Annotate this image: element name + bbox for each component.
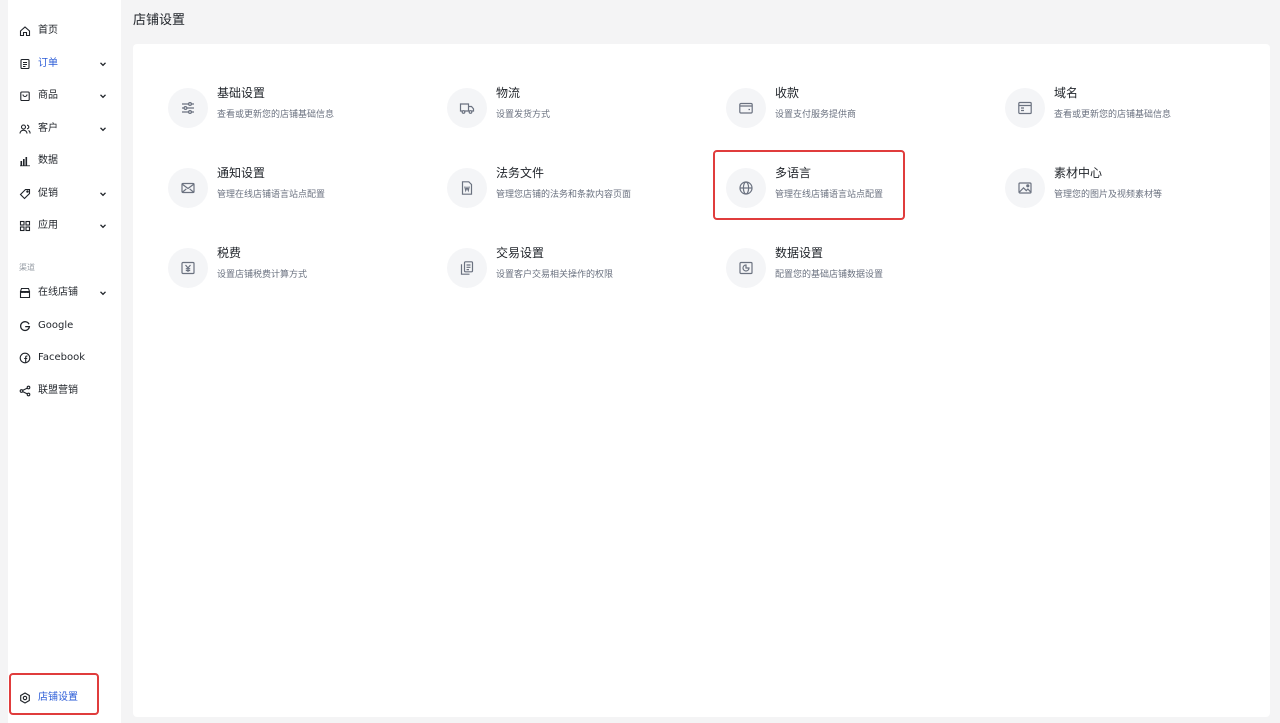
document-icon — [447, 168, 487, 208]
settings-card-title: 多语言 — [775, 166, 812, 180]
facebook-icon — [19, 352, 31, 364]
google-icon — [19, 320, 31, 332]
sidebar-item-store-settings[interactable]: 店铺设置 — [8, 684, 121, 712]
gear-icon — [19, 692, 31, 704]
sidebar-item-customers[interactable]: 客户 — [8, 115, 121, 143]
yen-icon — [168, 248, 208, 288]
settings-card-desc: 管理在线店铺语言站点配置 — [775, 190, 884, 200]
settings-card-title: 税费 — [217, 246, 242, 260]
chevron-down-icon[interactable] — [99, 92, 107, 100]
globe-icon — [726, 168, 766, 208]
settings-card-desc: 设置客户交易相关操作的权限 — [496, 270, 614, 280]
sidebar-item-label: Facebook — [38, 352, 85, 363]
settings-card-payment[interactable]: 收款 设置支付服务提供商 — [726, 84, 976, 132]
apps-icon — [19, 220, 31, 232]
settings-card-title: 域名 — [1054, 86, 1079, 100]
sidebar-item-label: 订单 — [38, 58, 58, 69]
chevron-down-icon[interactable] — [99, 222, 107, 230]
settings-card-desc: 设置店铺税费计算方式 — [217, 270, 308, 280]
sidebar-item-apps[interactable]: 应用 — [8, 212, 121, 240]
chevron-down-icon[interactable] — [99, 190, 107, 198]
mail-icon — [168, 168, 208, 208]
sidebar-item-label: 客户 — [38, 123, 58, 134]
sidebar-item-label: 促销 — [38, 188, 58, 199]
chevron-down-icon[interactable] — [99, 125, 107, 133]
sidebar-item-affiliate[interactable]: 联盟营销 — [8, 377, 121, 405]
settings-card-desc: 管理在线店铺语言站点配置 — [217, 190, 326, 200]
settings-card-tax[interactable]: 税费 设置店铺税费计算方式 — [168, 244, 418, 292]
browser-icon — [1005, 88, 1045, 128]
settings-card-title: 数据设置 — [775, 246, 824, 260]
tag-icon — [19, 188, 31, 200]
sidebar-item-data[interactable]: 数据 — [8, 147, 121, 175]
store-icon — [19, 287, 31, 299]
sidebar-item-online-store[interactable]: 在线店铺 — [8, 279, 121, 307]
settings-card-desc: 查看或更新您的店铺基础信息 — [1054, 110, 1172, 120]
sidebar-item-orders[interactable]: 订单 — [8, 50, 121, 78]
settings-card-legal[interactable]: 法务文件 管理您店铺的法务和条款内容页面 — [447, 164, 697, 212]
sidebar-item-google[interactable]: Google — [8, 312, 121, 340]
share-icon — [19, 385, 31, 397]
settings-card-notifications[interactable]: 通知设置 管理在线店铺语言站点配置 — [168, 164, 418, 212]
settings-card-shipping[interactable]: 物流 设置发货方式 — [447, 84, 697, 132]
settings-card-basic[interactable]: 基础设置 查看或更新您的店铺基础信息 — [168, 84, 418, 132]
chevron-down-icon[interactable] — [99, 289, 107, 297]
settings-card-title: 交易设置 — [496, 246, 545, 260]
sidebar-item-label: 店铺设置 — [38, 692, 78, 703]
settings-card-desc: 管理您的图片及视频素材等 — [1054, 190, 1163, 200]
sidebar-item-label: 在线店铺 — [38, 287, 78, 298]
chart-icon — [19, 155, 31, 167]
settings-card-desc: 配置您的基础店铺数据设置 — [775, 270, 884, 280]
copy-icon — [447, 248, 487, 288]
settings-card-transactions[interactable]: 交易设置 设置客户交易相关操作的权限 — [447, 244, 697, 292]
sidebar-item-label: 首页 — [38, 25, 58, 36]
settings-card-title: 基础设置 — [217, 86, 266, 100]
settings-card-title: 物流 — [496, 86, 521, 100]
settings-card-languages[interactable]: 多语言 管理在线店铺语言站点配置 — [726, 164, 976, 212]
settings-card-data[interactable]: 数据设置 配置您的基础店铺数据设置 — [726, 244, 976, 292]
sidebar-item-facebook[interactable]: Facebook — [8, 344, 121, 372]
settings-card-desc: 设置发货方式 — [496, 110, 551, 120]
wallet-icon — [726, 88, 766, 128]
sidebar-item-label: 商品 — [38, 90, 58, 101]
image-icon — [1005, 168, 1045, 208]
sliders-icon — [168, 88, 208, 128]
sidebar-item-label: 数据 — [38, 155, 58, 166]
sidebar-item-products[interactable]: 商品 — [8, 82, 121, 110]
settings-panel: 基础设置 查看或更新您的店铺基础信息 物流 设置发货方式 收款 设置支付服务提供… — [133, 44, 1270, 717]
settings-card-desc: 管理您店铺的法务和条款内容页面 — [496, 190, 632, 200]
settings-card-media[interactable]: 素材中心 管理您的图片及视频素材等 — [1005, 164, 1255, 212]
sidebar-item-home[interactable]: 首页 — [8, 17, 121, 45]
sidebar: 首页 订单 商品 客户 数据 促销 应用 渠道 在线店铺 Google Face… — [8, 0, 121, 723]
sidebar-item-label: Google — [38, 320, 74, 331]
settings-card-title: 通知设置 — [217, 166, 266, 180]
truck-icon — [447, 88, 487, 128]
sidebar-item-label: 联盟营销 — [38, 385, 78, 396]
settings-card-title: 素材中心 — [1054, 166, 1103, 180]
data-icon — [726, 248, 766, 288]
customer-icon — [19, 123, 31, 135]
settings-card-domain[interactable]: 域名 查看或更新您的店铺基础信息 — [1005, 84, 1255, 132]
settings-card-desc: 查看或更新您的店铺基础信息 — [217, 110, 335, 120]
sidebar-section-label: 渠道 — [19, 263, 35, 272]
page-title: 店铺设置 — [133, 13, 186, 28]
home-icon — [19, 25, 31, 37]
settings-card-title: 法务文件 — [496, 166, 545, 180]
sidebar-item-label: 应用 — [38, 220, 58, 231]
settings-card-title: 收款 — [775, 86, 800, 100]
settings-card-desc: 设置支付服务提供商 — [775, 110, 857, 120]
order-icon — [19, 58, 31, 70]
chevron-down-icon[interactable] — [99, 60, 107, 68]
product-icon — [19, 90, 31, 102]
sidebar-item-promotions[interactable]: 促销 — [8, 180, 121, 208]
